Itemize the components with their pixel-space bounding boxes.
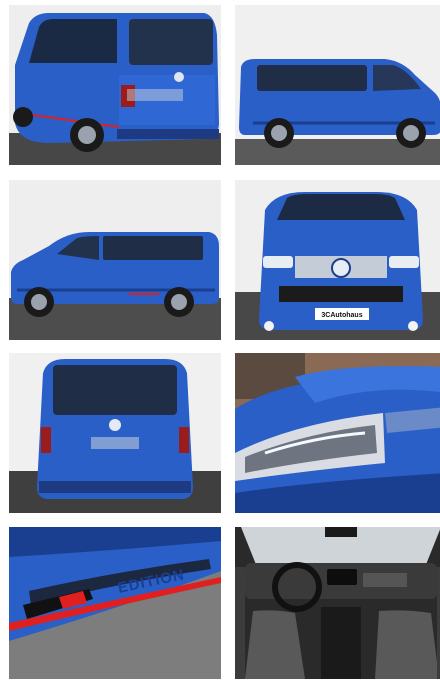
photo-rear[interactable]	[9, 353, 221, 513]
van-rear-image	[9, 353, 221, 513]
photo-side-right[interactable]	[235, 5, 440, 165]
van-side-decal-detail-image: EDITION	[9, 527, 221, 679]
photo-front[interactable]: 3CAutohaus	[235, 180, 440, 340]
dealer-logo-text: 3CAutohaus	[321, 312, 362, 319]
van-headlight-detail-image	[235, 353, 440, 513]
van-side-right-image	[235, 5, 440, 165]
van-front-image: 3CAutohaus	[235, 180, 440, 340]
photo-side-decal-detail[interactable]: EDITION	[9, 527, 221, 679]
van-interior-image	[235, 527, 440, 679]
photo-gallery: 3CAutohaus EDITION	[0, 0, 440, 680]
photo-rear-three-quarter[interactable]	[9, 5, 221, 165]
photo-side-left[interactable]	[9, 180, 221, 340]
van-rear-three-quarter-image	[9, 5, 221, 165]
van-side-left-image	[9, 180, 221, 340]
photo-interior-dashboard[interactable]	[235, 527, 440, 679]
photo-headlight-detail[interactable]	[235, 353, 440, 513]
